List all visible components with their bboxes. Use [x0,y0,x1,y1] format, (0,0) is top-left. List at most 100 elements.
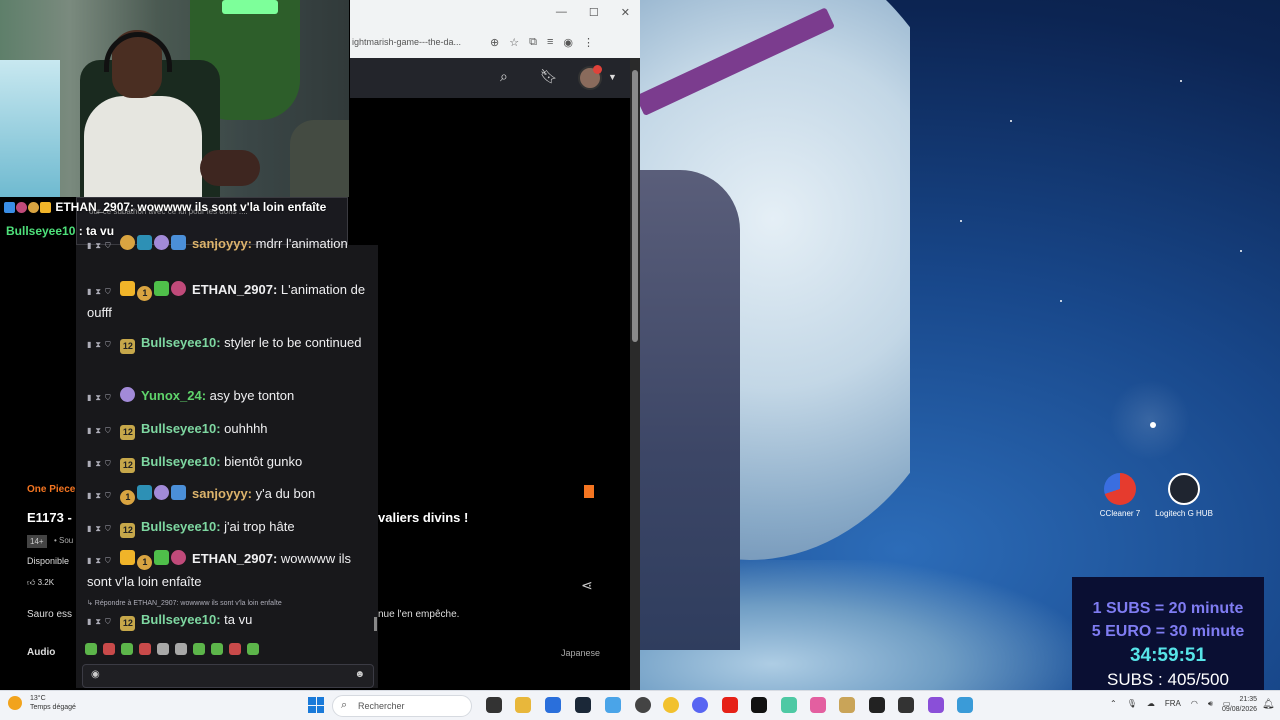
media-icon[interactable]: ≡ [547,36,553,48]
taskbar-clock[interactable]: 21:35 09/08/2026 [1222,695,1257,715]
notification-bell-icon[interactable]: 🔔︎ [1262,699,1275,710]
maximize-icon[interactable]: ☐ [589,6,599,19]
emote-icon[interactable] [175,643,187,655]
app-icon[interactable] [928,697,944,713]
emote-icon[interactable] [85,643,97,655]
overlay-message: ETHAN_2907: wowwww ils sont v'la loin en… [0,197,349,217]
mod-tools-icon[interactable]: ▮⧗⛉ [87,426,115,435]
chevron-up-icon[interactable]: ⌃ [1110,699,1117,709]
watchlist-bookmark-icon[interactable] [584,485,594,498]
weather-widget[interactable]: 13°C Temps dégagé [8,694,76,712]
extensions-icon[interactable]: ⧉ [529,36,537,49]
chat-username[interactable]: Bullseyee10: [141,612,221,627]
chevron-down-icon[interactable]: ▼ [608,72,617,82]
mod-tools-icon[interactable]: ▮⧗⛉ [87,556,115,565]
mod-tools-icon[interactable]: ▮⧗⛉ [87,340,115,349]
webcam-streamer-arm [200,150,260,186]
install-icon[interactable]: ⊕ [490,36,499,49]
mod-tools-icon[interactable]: ▮⧗⛉ [87,241,115,250]
weather-description: Temps dégagé [30,704,76,711]
mod-tools-icon[interactable]: ▮⧗⛉ [87,491,115,500]
channel-points-icon[interactable]: ◉ [91,669,100,680]
mod-tools-icon[interactable]: ▮⧗⛉ [87,287,115,296]
input-language[interactable]: FRA [1165,699,1181,709]
wifi-icon[interactable]: ◠ [1191,699,1198,709]
chat-message: ▮⧗⛉ 1 ETHAN_2907: L'animation de oufff [87,279,367,323]
chat-input[interactable]: ◉ ☻ [82,664,374,688]
emote-icon[interactable] [157,643,169,655]
heart-badge-icon [171,550,187,565]
ghub-icon [1168,473,1200,505]
address-bar[interactable]: ightmarish-game---the-da... ⊕ ☆ ⧉ ≡ ◉ ⋮ [350,30,640,54]
chat-username[interactable]: Bullseyee10: [141,421,221,436]
emote-picker-icon[interactable]: ☻ [354,669,365,680]
chat-scrollbar[interactable] [374,617,377,631]
app-icon[interactable] [839,697,855,713]
like-button[interactable]: 👍︎ 3.2K [27,578,54,588]
bookmark-icon[interactable]: 🔖︎ [540,68,558,85]
chat-username[interactable]: sanjoyyy: [192,486,252,501]
volume-icon[interactable]: 🔊︎ [1208,699,1213,709]
chat-username[interactable]: Bullseyee10: [141,519,221,534]
wallpaper-rock [640,170,740,650]
app-icon[interactable] [605,697,621,713]
minimize-icon[interactable]: — [556,6,567,19]
file-explorer-icon[interactable] [515,697,531,713]
app-icon[interactable] [781,697,797,713]
app-icon[interactable] [810,697,826,713]
edge-icon[interactable] [545,697,561,713]
series-link[interactable]: One Piece [27,484,75,495]
app-icon[interactable] [957,697,973,713]
heart-badge-icon [171,281,187,296]
mod-tools-icon[interactable]: ▮⧗⛉ [87,393,115,402]
chat-username[interactable]: Bullseyee10: [141,335,221,350]
chat-username[interactable]: ETHAN_2907: [192,551,277,566]
close-icon[interactable]: ✕ [621,6,630,19]
task-view-icon[interactable] [486,697,502,713]
search-icon[interactable]: ⌕ [500,68,508,85]
emote-icon[interactable] [193,643,205,655]
star-icon[interactable]: ☆ [509,36,519,49]
url-text[interactable]: ightmarish-game---the-da... [352,37,480,47]
emote-icon[interactable] [121,643,133,655]
chrome-icon[interactable] [663,697,679,713]
webcam-pillow [290,120,349,197]
obs-icon[interactable] [635,697,651,713]
taskbar-search[interactable]: ⌕ Rechercher [332,695,472,717]
emote-icon[interactable] [139,643,151,655]
chat-username[interactable]: Yunox_24: [141,388,206,403]
gem-badge-icon [120,387,136,402]
discord-icon[interactable] [692,697,708,713]
chat-message: ▮⧗⛉ 12 Bullseyee10: ta vu [87,609,367,632]
audio-language[interactable]: Japanese [561,648,600,658]
menu-icon[interactable]: ⋮ [583,36,594,49]
start-button[interactable] [308,697,324,713]
youtube-icon[interactable] [722,697,738,713]
share-icon[interactable]: ⋖ [581,577,593,594]
subathon-overlay: 1 SUBS = 20 minute 5 EURO = 30 minute 34… [1072,577,1264,690]
tiktok-icon[interactable] [751,697,767,713]
desktop-icon-ccleaner[interactable]: CCleaner 7 [1089,473,1151,518]
chat-username[interactable]: ETHAN_2907: [192,282,277,297]
chat-username[interactable]: Bullseyee10: [141,454,221,469]
reply-context[interactable]: ↳ Répondre à ETHAN_2907: wowwww ils sont… [87,599,282,607]
mod-tools-icon[interactable]: ▮⧗⛉ [87,617,115,626]
emote-icon[interactable] [229,643,241,655]
overlay-text: : ta vu [75,224,115,238]
app-icon[interactable] [898,697,914,713]
emote-icon[interactable] [211,643,223,655]
profile-icon[interactable]: ◉ [563,36,573,49]
epic-games-icon[interactable] [869,697,885,713]
scrollbar-thumb[interactable] [632,70,638,342]
emote-icon[interactable] [247,643,259,655]
mod-tools-icon[interactable]: ▮⧗⛉ [87,459,115,468]
mod-tools-icon[interactable]: ▮⧗⛉ [87,524,115,533]
desktop-icon-ghub[interactable]: Logitech G HUB [1153,473,1215,518]
episode-title-tail: valiers divins ! [378,510,469,525]
page-scrollbar[interactable] [630,58,640,690]
webcam-headset [104,32,172,72]
onedrive-icon[interactable]: ☁︎ [1147,699,1155,709]
emote-icon[interactable] [103,643,115,655]
microphone-icon[interactable]: 🎙︎ [1127,699,1137,709]
steam-icon[interactable] [575,697,591,713]
